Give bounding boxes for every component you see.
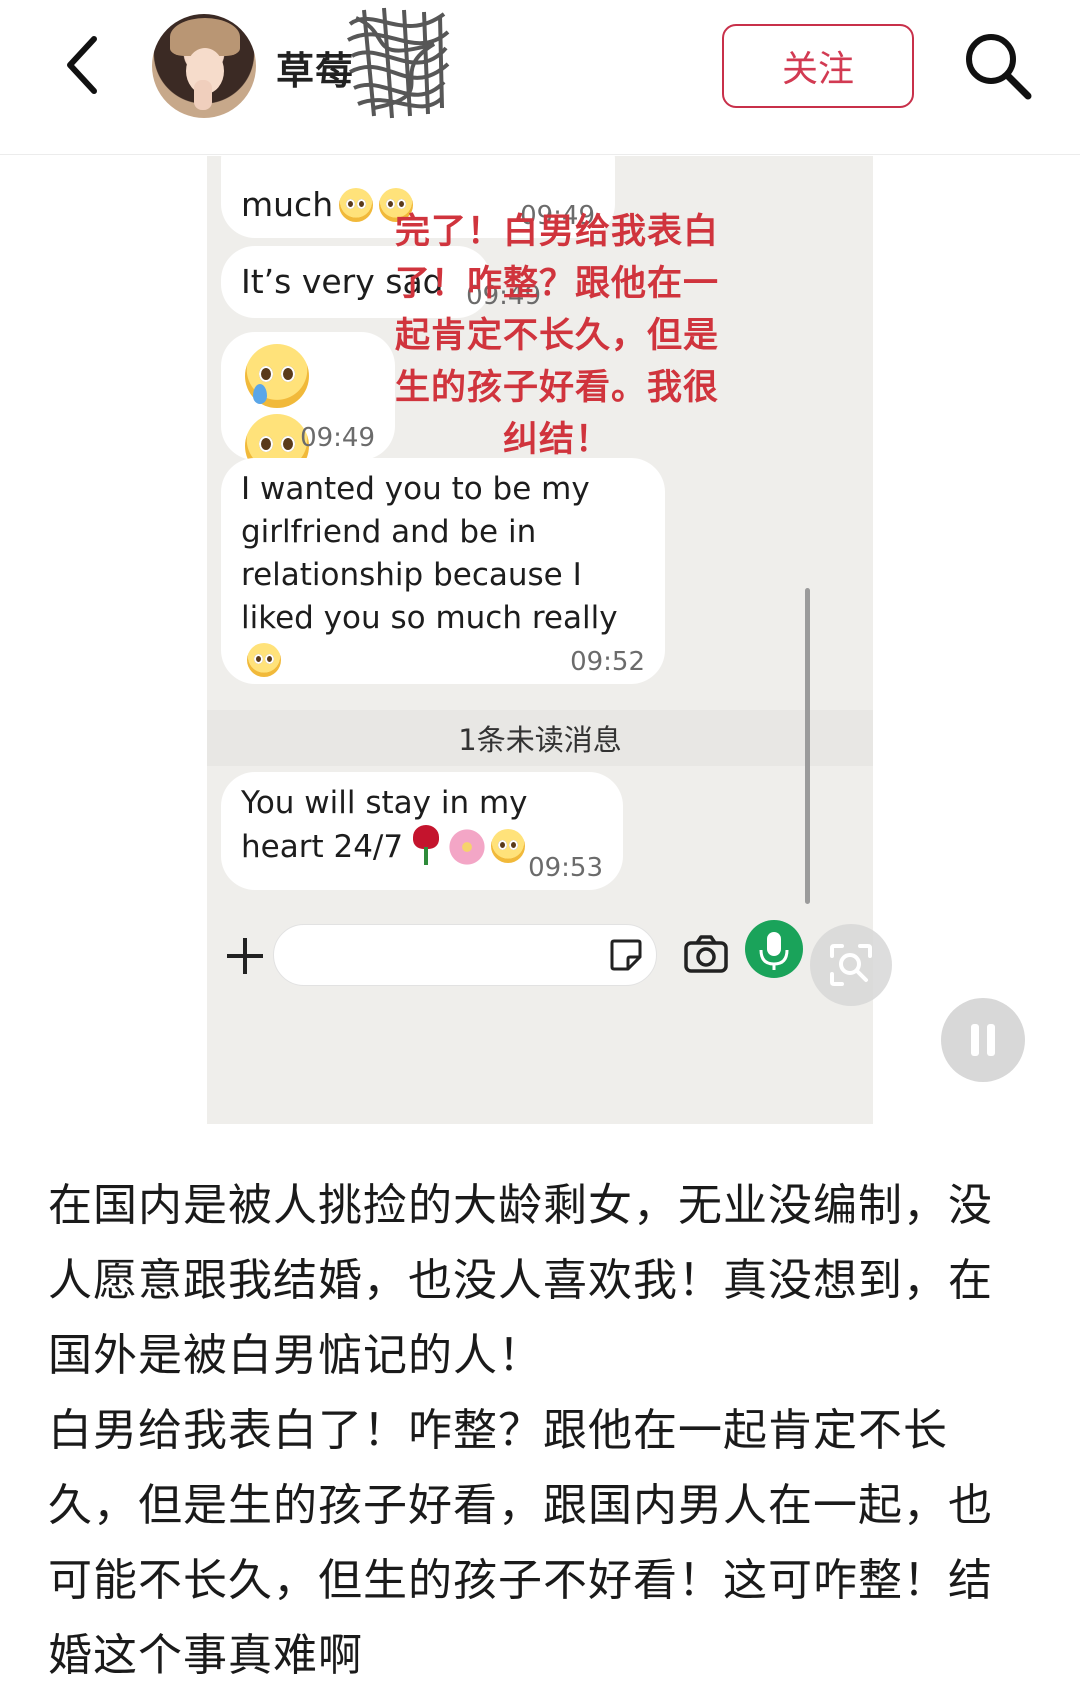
message-text: I wanted you to be my girlfriend and be … [241,471,618,636]
message-time: 09:52 [570,647,645,677]
unread-divider: 1条未读消息 [207,710,873,766]
back-button[interactable] [52,30,112,100]
redaction-scribble [347,7,450,119]
pleading-face-emoji [491,829,526,863]
image-search-button[interactable] [810,924,892,1006]
pleading-face-emoji [247,643,281,677]
message-text: much [241,185,334,224]
camera-icon [684,935,728,973]
message-bubble: You will stay in my heart 24/7 09:53 [221,772,623,890]
message-input[interactable] [273,924,657,986]
message-time: 09:53 [528,853,603,883]
pause-icon [971,1024,995,1056]
plus-icon [227,938,263,974]
camera-button[interactable] [683,932,729,976]
attach-button[interactable] [221,932,269,980]
message-text: You will stay in my heart 24/7 [241,785,528,865]
post-body: 在国内是被人挑捡的大龄剩女，无业没编制，没人愿意跟我结婚，也没人喜欢我！真没想到… [48,1168,1032,1688]
message-bubble: I wanted you to be my girlfriend and be … [221,458,665,684]
mic-icon [759,932,789,970]
search-button[interactable] [960,28,1036,104]
pleading-face-emoji [339,188,374,222]
scrollbar[interactable] [805,588,810,904]
post-paragraph: 在国内是被人挑捡的大龄剩女，无业没编制，没人愿意跟我结婚，也没人喜欢我！真没想到… [48,1180,993,1381]
chat-input-bar [207,914,873,1004]
lens-icon [830,944,872,986]
message-bubble: 09:49 [221,332,395,478]
voice-button[interactable] [745,920,803,978]
search-icon [966,34,1032,100]
follow-button[interactable]: 关注 [722,24,914,108]
overlay-caption: 完了！白男给我表白了！咋整？跟他在一起肯定不长久，但是生的孩子好看。我很纠结！ [394,212,719,460]
blossom-emoji [449,829,486,865]
rose-emoji [411,825,441,865]
crying-smile-emoji [245,344,309,408]
sticker-icon[interactable] [608,937,644,973]
post-paragraph: 白男给我表白了！咋整？跟他在一起肯定不长久，但是生的孩子好看，跟国内男人在一起，… [48,1405,993,1681]
pause-button[interactable] [941,998,1025,1082]
username[interactable]: 草莓 [276,40,354,95]
chat-screenshot: much 09:49 It’s very sad 09:49 09:49 完了！… [207,156,873,1124]
message-time: 09:49 [300,423,375,453]
back-icon [67,36,97,94]
profile-header: 草莓 关注 [0,0,1080,155]
avatar[interactable] [152,14,256,118]
